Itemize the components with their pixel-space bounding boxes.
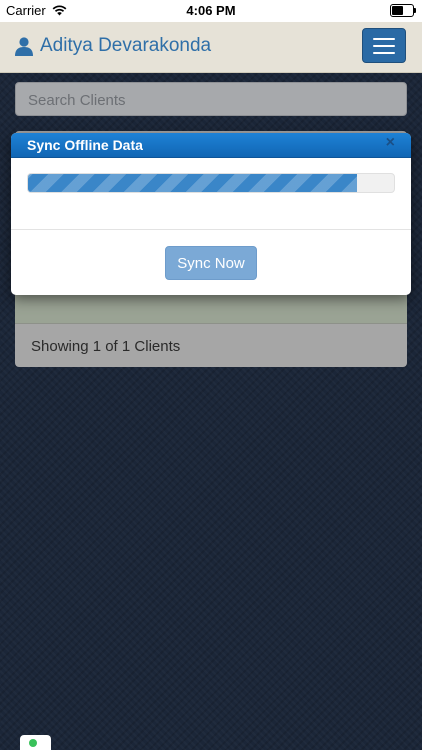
battery-fill — [392, 6, 403, 15]
status-time: 4:06 PM — [186, 3, 236, 18]
app-header: Aditya Devarakonda — [0, 22, 422, 73]
close-icon[interactable]: × — [386, 134, 395, 152]
hamburger-icon — [373, 37, 395, 40]
status-bar: Carrier 4:06 PM — [0, 0, 422, 22]
progress-fill — [28, 174, 358, 192]
menu-button[interactable] — [362, 28, 406, 63]
user-icon — [15, 37, 33, 56]
sync-now-button[interactable]: Sync Now — [165, 246, 257, 280]
battery-icon — [390, 4, 416, 17]
hamburger-icon-line — [373, 44, 395, 47]
dialog-divider — [11, 229, 411, 230]
client-count-text: Showing 1 of 1 Clients — [31, 338, 181, 355]
dialog-title: Sync Offline Data — [27, 137, 143, 153]
hamburger-icon-line — [373, 51, 395, 54]
sync-progress-bar — [27, 173, 395, 193]
online-status-indicator — [20, 735, 51, 750]
dialog-header: Sync Offline Data × — [11, 133, 411, 158]
battery-outline — [390, 4, 416, 17]
sync-dialog: Sync Offline Data × Sync Now — [11, 133, 411, 295]
status-dot-icon — [29, 739, 37, 747]
user-profile[interactable]: Aditya Devarakonda — [14, 35, 211, 57]
search-input[interactable]: Search Clients — [15, 82, 407, 116]
user-name: Aditya Devarakonda — [40, 35, 212, 56]
